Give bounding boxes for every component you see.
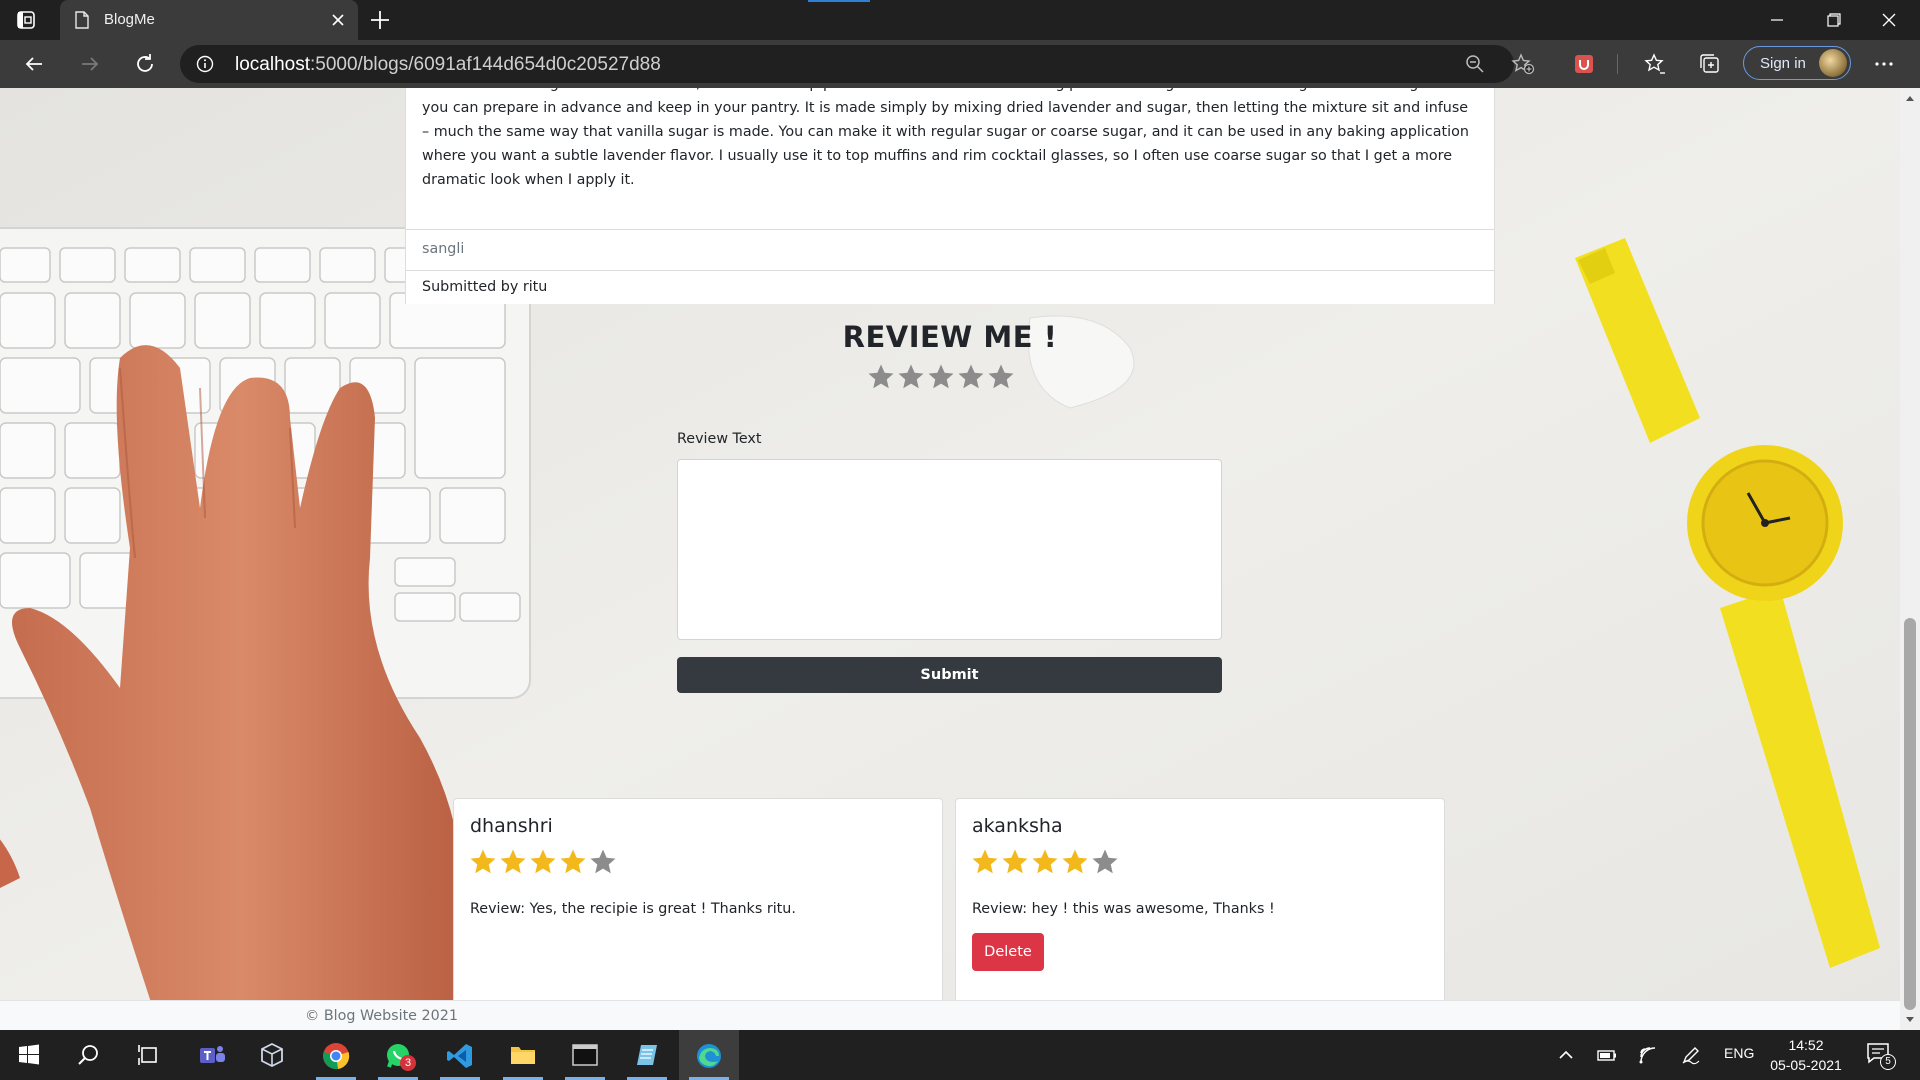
blog-location: sangli bbox=[406, 229, 1494, 270]
taskbar: 3 ENG 14:52 05-05-2021 5 bbox=[0, 1030, 1920, 1080]
copyright-text: © Blog Website 2021 bbox=[305, 1008, 458, 1024]
extension-icon[interactable] bbox=[1572, 52, 1596, 76]
chrome-icon[interactable] bbox=[306, 1030, 366, 1080]
review-card: akanksha Review: hey ! this was awesome,… bbox=[955, 798, 1445, 1010]
favorites-icon[interactable] bbox=[1643, 52, 1667, 76]
review-rating bbox=[970, 847, 1120, 879]
review-text: Review: Yes, the recipie is great ! Than… bbox=[470, 901, 796, 917]
tab-title: BlogMe bbox=[104, 11, 155, 28]
task-view-icon[interactable] bbox=[120, 1030, 180, 1080]
review-rating bbox=[468, 847, 618, 879]
pen-icon[interactable] bbox=[1680, 1044, 1702, 1066]
browser-toolbar: localhost:5000/blogs/6091af144d654d0c205… bbox=[0, 40, 1920, 88]
rating-input[interactable] bbox=[866, 362, 1016, 396]
review-text: Review: hey ! this was awesome, Thanks ! bbox=[972, 901, 1275, 917]
sign-in-button[interactable]: Sign in bbox=[1743, 46, 1851, 80]
back-icon[interactable] bbox=[22, 52, 46, 76]
input-language[interactable]: ENG bbox=[1724, 1045, 1754, 1061]
review-author: dhanshri bbox=[470, 815, 553, 837]
url-text[interactable]: localhost:5000/blogs/6091af144d654d0c205… bbox=[235, 54, 661, 76]
star-empty-icon bbox=[590, 849, 616, 874]
star-filled-icon bbox=[1032, 849, 1058, 874]
file-explorer-icon[interactable] bbox=[493, 1030, 553, 1080]
collections-icon[interactable] bbox=[1698, 52, 1722, 76]
browser-tab-bar: BlogMe bbox=[0, 0, 1920, 40]
new-tab-icon[interactable] bbox=[368, 8, 392, 32]
star-empty-icon bbox=[1092, 849, 1118, 874]
notification-count: 5 bbox=[1880, 1054, 1896, 1070]
delete-review-button[interactable]: Delete bbox=[972, 933, 1044, 971]
page-footer: © Blog Website 2021 bbox=[0, 1000, 1900, 1030]
star-filled-icon bbox=[1002, 849, 1028, 874]
clock-time: 14:52 bbox=[1788, 1037, 1824, 1053]
blog-body-text: flour before adding them to the batter, … bbox=[422, 88, 1469, 188]
site-info-icon[interactable] bbox=[196, 55, 214, 73]
battery-icon[interactable] bbox=[1596, 1044, 1618, 1066]
submit-review-button[interactable]: Submit bbox=[677, 657, 1222, 693]
close-tab-icon[interactable] bbox=[328, 10, 348, 30]
edge-icon[interactable] bbox=[679, 1030, 739, 1080]
page-scrollbar[interactable] bbox=[1900, 88, 1920, 1030]
close-window-button[interactable] bbox=[1862, 0, 1916, 40]
star-filled-icon bbox=[560, 849, 586, 874]
review-heading: REVIEW ME ! bbox=[842, 320, 1058, 354]
tab-actions-icon[interactable] bbox=[14, 8, 38, 32]
minimize-button[interactable] bbox=[1750, 0, 1804, 40]
star-filled-icon bbox=[470, 849, 496, 874]
rating-star-4[interactable] bbox=[956, 362, 986, 392]
start-icon[interactable] bbox=[0, 1030, 60, 1080]
wifi-icon[interactable] bbox=[1637, 1044, 1659, 1066]
review-text-input[interactable] bbox=[677, 459, 1222, 640]
blog-author: Submitted by ritu bbox=[406, 270, 1494, 304]
review-text-label: Review Text bbox=[677, 431, 762, 447]
virtualbox-icon[interactable] bbox=[243, 1030, 303, 1080]
zoom-out-icon[interactable] bbox=[1465, 54, 1485, 74]
page-viewport: flour before adding them to the batter, … bbox=[0, 88, 1900, 1030]
star-filled-icon bbox=[1062, 849, 1088, 874]
scroll-down-icon[interactable] bbox=[1905, 1016, 1915, 1024]
notepad-icon[interactable] bbox=[617, 1030, 677, 1080]
review-author: akanksha bbox=[972, 815, 1063, 837]
notification-center-icon[interactable]: 5 bbox=[1866, 1042, 1896, 1070]
add-favorite-icon[interactable] bbox=[1511, 53, 1535, 75]
rating-star-3[interactable] bbox=[926, 362, 956, 392]
rating-star-2[interactable] bbox=[896, 362, 926, 392]
page-icon bbox=[75, 11, 89, 29]
clock-date: 05-05-2021 bbox=[1770, 1057, 1842, 1073]
whatsapp-badge: 3 bbox=[400, 1055, 416, 1071]
vscode-icon[interactable] bbox=[430, 1030, 490, 1080]
refresh-icon[interactable] bbox=[133, 52, 157, 76]
browser-tab[interactable]: BlogMe bbox=[60, 0, 358, 40]
chevron-up-icon[interactable] bbox=[1555, 1044, 1577, 1066]
forward-icon[interactable] bbox=[78, 52, 102, 76]
loading-indicator bbox=[808, 0, 870, 2]
review-card: dhanshri Review: Yes, the recipie is gre… bbox=[453, 798, 943, 1010]
teams-icon[interactable] bbox=[182, 1030, 242, 1080]
scrollbar-thumb[interactable] bbox=[1904, 618, 1916, 1010]
rating-star-1[interactable] bbox=[866, 362, 896, 392]
restore-button[interactable] bbox=[1806, 0, 1860, 40]
more-options-icon[interactable] bbox=[1872, 52, 1896, 76]
profile-avatar bbox=[1819, 49, 1847, 77]
system-clock[interactable]: 14:52 05-05-2021 bbox=[1766, 1035, 1846, 1075]
search-icon[interactable] bbox=[60, 1030, 120, 1080]
blog-card: flour before adding them to the batter, … bbox=[405, 88, 1495, 304]
star-filled-icon bbox=[500, 849, 526, 874]
terminal-icon[interactable] bbox=[555, 1030, 615, 1080]
toolbar-divider bbox=[1617, 54, 1618, 74]
whatsapp-icon[interactable]: 3 bbox=[368, 1030, 428, 1080]
address-bar[interactable]: localhost:5000/blogs/6091af144d654d0c205… bbox=[180, 45, 1535, 83]
star-filled-icon bbox=[530, 849, 556, 874]
scroll-up-icon[interactable] bbox=[1905, 94, 1915, 102]
rating-star-5[interactable] bbox=[986, 362, 1016, 392]
star-filled-icon bbox=[972, 849, 998, 874]
